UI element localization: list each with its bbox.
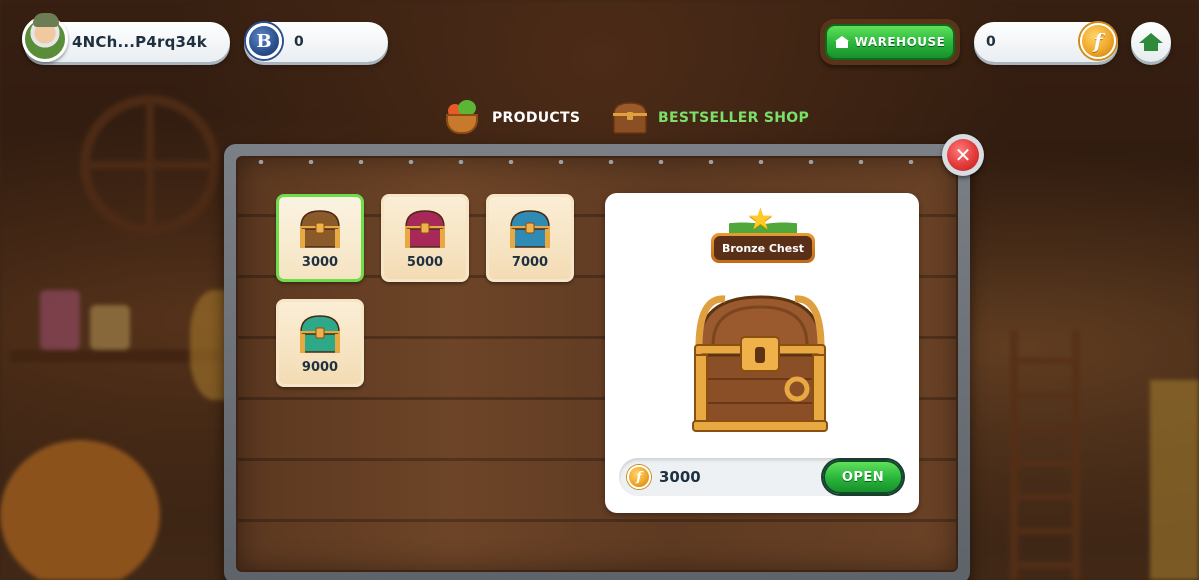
bronze-chest-image [692,295,828,432]
f-coin-icon: f [627,465,651,489]
chest-price: 5000 [406,255,444,270]
user-name: 4NCh...P4rq34k [72,33,207,51]
f-balance-pill: 0 f [974,22,1118,62]
warehouse-button-frame: WAREHOUSE [820,19,960,65]
user-profile-pill[interactable]: 4NCh...P4rq34k [22,13,230,62]
chest-icon [613,102,647,134]
tab-products-label: PRODUCTS [492,110,581,126]
avatar[interactable] [22,13,68,62]
star-icon: ★ [747,202,774,237]
b-balance-value: 0 [294,34,304,50]
chest-icon [300,315,340,353]
f-balance-value: 0 [986,34,996,50]
tab-bestseller-shop[interactable]: BESTSELLER SHOP [610,100,809,136]
b-coin-icon: B [246,23,282,59]
home-icon [1139,33,1163,51]
chest-icon [405,210,445,248]
b-balance-pill: B 0 [244,22,388,62]
chest-price: 3000 [301,255,339,270]
price-bar: f 3000 OPEN [619,458,905,496]
chest-card-bronze[interactable]: 3000 [276,194,364,282]
open-chest-button[interactable]: OPEN [823,460,903,494]
chest-card[interactable]: 7000 [486,194,574,282]
chest-title-badge: ★ Bronze Chest [711,202,815,269]
home-button[interactable] [1131,22,1171,62]
warehouse-icon [834,36,849,48]
chest-title: Bronze Chest [714,236,812,260]
warehouse-button[interactable]: WAREHOUSE [825,24,955,60]
chest-price-value: 3000 [659,468,701,486]
tab-products[interactable]: PRODUCTS [440,100,580,136]
chest-price: 7000 [511,255,549,270]
chest-icon [510,210,550,248]
chest-icon [300,210,340,248]
basket-icon [440,100,484,136]
chest-detail-panel: ★ Bronze Chest f 3000 OPEN [605,193,919,513]
close-button[interactable]: ✕ [942,134,984,176]
chest-card[interactable]: 9000 [276,299,364,387]
close-icon: ✕ [947,139,979,171]
f-coin-icon: f [1080,23,1116,59]
chest-card[interactable]: 5000 [381,194,469,282]
warehouse-label: WAREHOUSE [854,35,946,49]
chest-price: 9000 [301,360,339,375]
tab-bestseller-label: BESTSELLER SHOP [658,110,810,126]
